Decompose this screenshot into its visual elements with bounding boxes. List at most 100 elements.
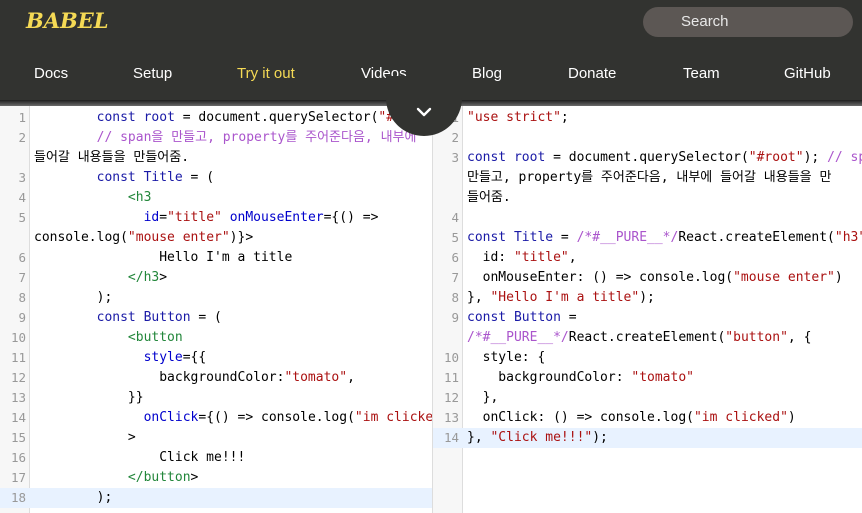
output-code-line[interactable]: 4 xyxy=(433,208,862,228)
line-number: 12 xyxy=(443,390,459,405)
code-text: onClick={() => console.log("im clicked")… xyxy=(143,410,432,425)
code-text: backgroundColor: "tomato" xyxy=(467,370,694,385)
code-text: id: "title", xyxy=(467,250,577,265)
line-number: 8 xyxy=(18,290,26,305)
line-number: 2 xyxy=(18,130,26,145)
input-code-line[interactable]: console.log("mouse enter")}> xyxy=(0,228,432,248)
line-number: 10 xyxy=(443,350,459,365)
input-code-line[interactable]: 5 id="title" onMouseEnter={() => xyxy=(0,208,432,228)
search-input[interactable]: Search xyxy=(643,7,853,37)
line-number: 5 xyxy=(18,210,26,225)
line-number: 7 xyxy=(451,270,459,285)
output-code-line[interactable]: 만들고, property를 주어준다음, 내부에 들어갈 내용들을 만 xyxy=(433,168,862,188)
line-number: 10 xyxy=(10,330,26,345)
code-text: // span을 만들고, property를 주어준다음, 내부에 xyxy=(96,130,417,145)
output-code-line[interactable]: 2 xyxy=(433,128,862,148)
input-code-line[interactable]: 14 onClick={() => console.log("im clicke… xyxy=(0,408,432,428)
babel-logo[interactable]: BABEL xyxy=(26,8,109,33)
code-text: const Title = ( xyxy=(96,170,215,185)
nav-blog[interactable]: Blog xyxy=(472,65,502,82)
input-code-line[interactable]: 10 <button xyxy=(0,328,432,348)
output-code-line[interactable]: 9 const Button = xyxy=(433,308,862,328)
line-number: 6 xyxy=(451,250,459,265)
output-code-line[interactable]: 8 }, "Hello I'm a title"); xyxy=(433,288,862,308)
code-text: /*#__PURE__*/React.createElement("button… xyxy=(467,330,812,345)
code-text: Hello I'm a title xyxy=(34,250,293,265)
nav-github[interactable]: GitHub xyxy=(784,65,831,82)
output-code-line[interactable]: 14}, "Click me!!!"); xyxy=(433,428,862,448)
line-number: 18 xyxy=(10,490,26,505)
code-text: </h3> xyxy=(127,270,168,285)
input-code-line[interactable]: 15 > xyxy=(0,428,432,448)
output-code-line[interactable]: 13 onClick: () => console.log("im clicke… xyxy=(433,408,862,428)
line-number: 9 xyxy=(451,310,459,325)
input-code-line[interactable]: 6 Hello I'm a title xyxy=(0,248,432,268)
output-code-line[interactable]: 6 id: "title", xyxy=(433,248,862,268)
input-code-line[interactable]: 9 const Button = ( xyxy=(0,308,432,328)
line-number: 7 xyxy=(18,270,26,285)
code-text: <button xyxy=(127,330,183,345)
output-code-line[interactable]: 들어줌. xyxy=(433,188,862,208)
code-text: onMouseEnter: () => console.log("mouse e… xyxy=(467,270,843,285)
code-text: style={{ xyxy=(143,350,207,365)
input-code-line[interactable]: 7 </h3> xyxy=(0,268,432,288)
input-editor[interactable]: 1 const root = document.querySelector("#… xyxy=(0,106,432,513)
nav-team[interactable]: Team xyxy=(683,65,720,82)
input-code-line[interactable]: 11 style={{ xyxy=(0,348,432,368)
code-text: onClick: () => console.log("im clicked") xyxy=(467,410,796,425)
code-text: 들어줌. xyxy=(467,190,511,205)
line-number: 17 xyxy=(10,470,26,485)
input-code-line[interactable]: 3 const Title = ( xyxy=(0,168,432,188)
line-number: 3 xyxy=(451,150,459,165)
code-text: ); xyxy=(34,490,113,505)
code-text: }, "Hello I'm a title"); xyxy=(467,290,655,305)
code-text: 만들고, property를 주어준다음, 내부에 들어갈 내용들을 만 xyxy=(467,170,832,185)
input-code-line[interactable]: 2 // span을 만들고, property를 주어준다음, 내부에 xyxy=(0,128,432,148)
nav-donate[interactable]: Donate xyxy=(568,65,616,82)
line-number: 11 xyxy=(10,350,26,365)
input-code-line[interactable]: 17 </button> xyxy=(0,468,432,488)
input-code-line[interactable]: 13 }} xyxy=(0,388,432,408)
output-code-line[interactable]: 7 onMouseEnter: () => console.log("mouse… xyxy=(433,268,862,288)
output-code-line[interactable]: 12 }, xyxy=(433,388,862,408)
output-editor[interactable]: 1"use strict";2 3 const root = document.qu… xyxy=(433,106,862,513)
output-code-line[interactable]: 10 style: { xyxy=(433,348,862,368)
input-code-line[interactable]: 1 const root = document.querySelector("#… xyxy=(0,108,432,128)
code-text: ); xyxy=(34,290,113,305)
line-number: 3 xyxy=(18,170,26,185)
line-number: 8 xyxy=(451,290,459,305)
code-text: Click me!!! xyxy=(34,450,246,465)
input-code-line[interactable]: 16 Click me!!! xyxy=(0,448,432,468)
line-number: 4 xyxy=(18,190,26,205)
input-code-line[interactable]: 들어갈 내용들을 만들어줌. xyxy=(0,148,432,168)
line-number: 16 xyxy=(10,450,26,465)
output-code-line[interactable]: 3 const root = document.querySelector("#r… xyxy=(433,148,862,168)
output-code-line[interactable]: 11 backgroundColor: "tomato" xyxy=(433,368,862,388)
line-number: 9 xyxy=(18,310,26,325)
nav-try-it-out[interactable]: Try it out xyxy=(237,65,295,82)
chevron-down-icon xyxy=(416,107,432,117)
input-code-line[interactable]: 8 ); xyxy=(0,288,432,308)
code-text: 들어갈 내용들을 만들어줌. xyxy=(34,150,190,165)
output-code-line[interactable]: 1"use strict"; xyxy=(433,108,862,128)
output-code-line[interactable]: 5 const Title = /*#__PURE__*/React.create… xyxy=(433,228,862,248)
input-code-line[interactable]: 4 <h3 xyxy=(0,188,432,208)
input-code-line[interactable]: 18 ); xyxy=(0,488,432,508)
code-text: backgroundColor:"tomato", xyxy=(34,370,355,385)
code-text: }, "Click me!!!"); xyxy=(467,430,608,445)
code-text: <h3 xyxy=(127,190,152,205)
code-text: </button> xyxy=(127,470,199,485)
line-number: 14 xyxy=(10,410,26,425)
nav-docs[interactable]: Docs xyxy=(34,65,68,82)
line-number: 12 xyxy=(10,370,26,385)
nav-setup[interactable]: Setup xyxy=(133,65,172,82)
output-code-line[interactable]: /*#__PURE__*/React.createElement("button… xyxy=(433,328,862,348)
line-number: 11 xyxy=(443,370,459,385)
line-number: 1 xyxy=(18,110,26,125)
code-text: const root = document.querySelector("#ro… xyxy=(96,110,432,125)
input-code-line[interactable]: 12 backgroundColor:"tomato", xyxy=(0,368,432,388)
code-text: const Button = xyxy=(467,310,577,325)
code-text: id="title" onMouseEnter={() => xyxy=(143,210,379,225)
code-text: const root = document.querySelector("#ro… xyxy=(467,150,862,165)
code-text: const Title = /*#__PURE__*/React.createE… xyxy=(467,230,862,245)
